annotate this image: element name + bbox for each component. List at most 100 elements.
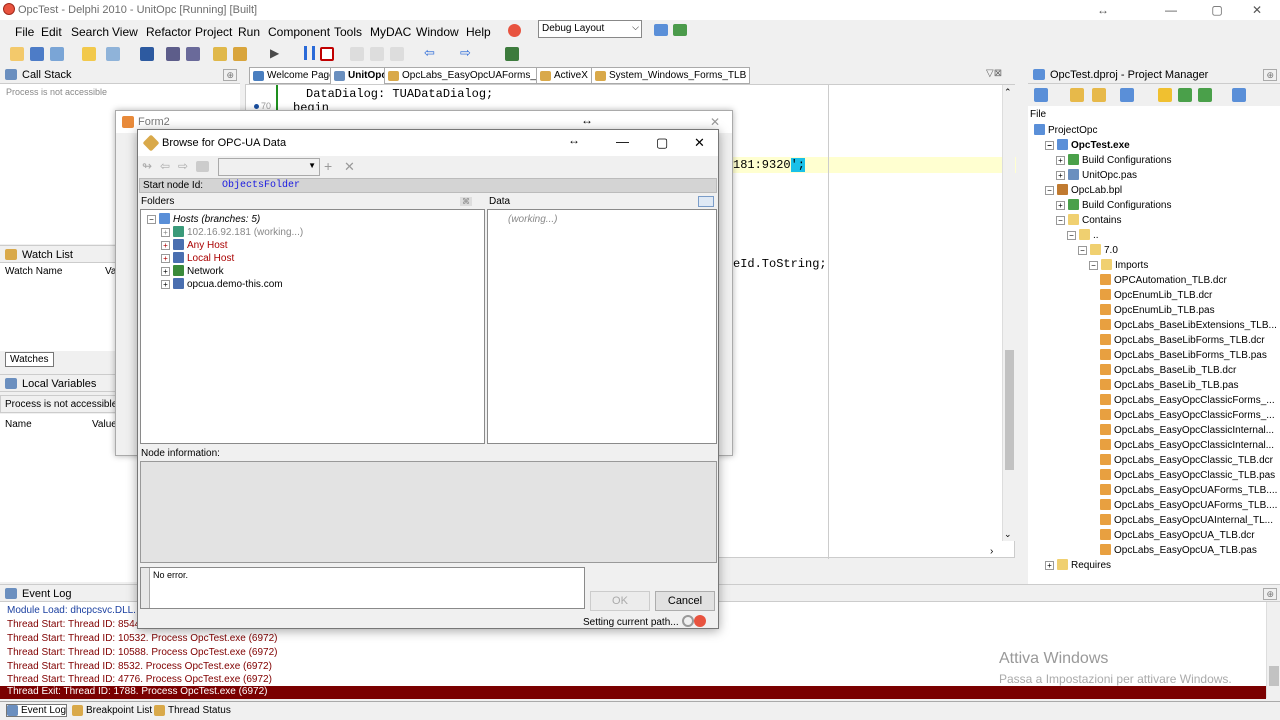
refresh-icon[interactable]: ↬: [142, 159, 152, 173]
open-file-icon[interactable]: [186, 47, 200, 61]
expand-toggle-icon[interactable]: −: [1045, 186, 1054, 195]
tab-opclabs-easyopcuaforms-tlb[interactable]: OpcLabs_EasyOpcUAForms_TLB: [384, 67, 559, 84]
back-arrow-icon[interactable]: ⇦: [160, 159, 170, 173]
tab-welcome-page[interactable]: Welcome Page: [249, 67, 339, 84]
project-tree-item[interactable]: OpcLabs_BaseLibForms_TLB.pas: [1100, 349, 1267, 361]
expand-icon[interactable]: [1158, 88, 1172, 102]
expand-toggle-icon[interactable]: +: [1056, 201, 1065, 210]
tree-node-hosts[interactable]: − Hosts (branches: 5): [147, 213, 260, 225]
open-project-icon[interactable]: [106, 47, 120, 61]
open-icon[interactable]: [82, 47, 96, 61]
project-tree-item[interactable]: − OpcTest.exe: [1045, 139, 1130, 151]
project-tree-item[interactable]: OpcLabs_EasyOpcClassicForms_...: [1100, 409, 1275, 421]
new-item-icon[interactable]: [1070, 88, 1084, 102]
project-tree-item[interactable]: OpcLabs_BaseLibExtensions_TLB...: [1100, 319, 1277, 331]
project-tree-item[interactable]: OpcLabs_EasyOpcClassic_TLB.dcr: [1100, 454, 1273, 466]
tree-view-icon[interactable]: [1198, 88, 1212, 102]
ok-button[interactable]: OK: [590, 591, 650, 611]
expand-toggle-icon[interactable]: −: [1045, 141, 1054, 150]
scroll-thumb[interactable]: [1269, 666, 1279, 686]
dialog-close-button[interactable]: ✕: [694, 135, 705, 151]
expand-toggle-icon[interactable]: −: [1067, 231, 1076, 240]
tree-node-host[interactable]: +102.16.92.181 (working...): [161, 226, 303, 238]
menu-search[interactable]: Search: [71, 25, 109, 39]
menu-refactor[interactable]: Refactor: [146, 25, 191, 39]
help-lifebuoy-icon[interactable]: [508, 24, 521, 37]
sync-icon[interactable]: [1120, 88, 1134, 102]
project-tree-item[interactable]: OpcLabs_EasyOpcUAForms_TLB....: [1100, 484, 1277, 496]
editor-vertical-scrollbar[interactable]: [1002, 85, 1015, 541]
start-node-value[interactable]: ObjectsFolder: [222, 180, 300, 191]
folder-up-icon[interactable]: [196, 161, 209, 172]
project-tree-item[interactable]: OpcLabs_EasyOpcClassicInternal...: [1100, 424, 1274, 436]
tree-node-host[interactable]: + Local Host: [161, 252, 234, 264]
menu-tools[interactable]: Tools: [334, 25, 362, 39]
save-icon[interactable]: [140, 47, 154, 61]
pin-icon[interactable]: ⊕: [223, 69, 237, 81]
activate-icon[interactable]: [1034, 88, 1048, 102]
remove-icon[interactable]: ✕: [344, 159, 355, 175]
folders-tree[interactable]: − Hosts (branches: 5) +102.16.92.181 (wor…: [140, 209, 485, 444]
tab-thread-status[interactable]: Thread Status: [154, 705, 231, 716]
project-tree-item[interactable]: + Requires: [1045, 559, 1111, 571]
menu-view[interactable]: View: [112, 25, 138, 39]
menu-file[interactable]: File: [15, 25, 34, 39]
project-tree-item[interactable]: OpcLabs_EasyOpcClassicInternal...: [1100, 439, 1274, 451]
minimize-button[interactable]: —: [1148, 0, 1194, 20]
expand-toggle-icon[interactable]: +: [1056, 156, 1065, 165]
pin-icon[interactable]: ⊕: [1263, 588, 1277, 600]
tree-node-host[interactable]: + Any Host: [161, 239, 228, 251]
scroll-thumb[interactable]: [1005, 350, 1014, 470]
form2-close-button[interactable]: ✕: [710, 115, 720, 129]
run-icon[interactable]: ▶: [270, 46, 279, 60]
set-debug-desktop-icon[interactable]: [673, 24, 687, 36]
project-tree-item[interactable]: OpcLabs_EasyOpcUA_TLB.dcr: [1100, 529, 1255, 541]
pin-icon[interactable]: ⊕: [1263, 69, 1277, 81]
collapse-icon[interactable]: [1178, 88, 1192, 102]
tab-breakpoint-list[interactable]: Breakpoint List: [72, 705, 152, 716]
project-tree-item[interactable]: + Build Configurations: [1056, 154, 1172, 166]
project-tree-item[interactable]: + UnitOpc.pas: [1056, 169, 1137, 181]
dialog-maximize-button[interactable]: ▢: [656, 135, 668, 151]
trace-into-icon[interactable]: [350, 47, 364, 61]
project-tree-item[interactable]: OpcLabs_BaseLib_TLB.dcr: [1100, 364, 1236, 376]
save-desktop-icon[interactable]: [654, 24, 668, 36]
project-tree-item[interactable]: OpcLabs_EasyOpcClassicForms_...: [1100, 394, 1275, 406]
selected-log-row[interactable]: Thread Exit: Thread ID: 1788. Process Op…: [0, 686, 1266, 699]
add-icon[interactable]: [1092, 88, 1106, 102]
menu-window[interactable]: Window: [416, 25, 459, 39]
data-list[interactable]: (working...): [487, 209, 717, 444]
expand-toggle-icon[interactable]: −: [1078, 246, 1087, 255]
step-over-icon[interactable]: [370, 47, 384, 61]
scroll-up-icon[interactable]: ⌃: [1004, 87, 1012, 98]
tab-system-windows-forms-tlb[interactable]: System_Windows_Forms_TLB: [591, 67, 751, 84]
view-options-icon[interactable]: [698, 196, 714, 207]
project-tree-item[interactable]: OpcEnumLib_TLB.pas: [1100, 304, 1215, 316]
stop-icon[interactable]: [320, 47, 334, 61]
save-all-icon[interactable]: [166, 47, 180, 61]
tree-node-host[interactable]: + Network: [161, 265, 224, 277]
menu-edit[interactable]: Edit: [41, 25, 62, 39]
project-tree-item[interactable]: OpcLabs_EasyOpcUAInternal_TL...: [1100, 514, 1273, 526]
remove-file-icon[interactable]: [233, 47, 247, 61]
scroll-right-icon[interactable]: ›: [990, 546, 993, 557]
project-tree-item[interactable]: − Contains: [1056, 214, 1121, 226]
new-icon[interactable]: [10, 47, 24, 61]
new-unit-icon[interactable]: [50, 47, 64, 61]
back-arrow-icon[interactable]: ⇦: [424, 45, 435, 61]
menu-help[interactable]: Help: [466, 25, 491, 39]
tab-list-icon[interactable]: ▽⊠: [986, 68, 1002, 79]
tab-unitopc[interactable]: UnitOpc: [330, 67, 391, 84]
new-form-icon[interactable]: [30, 47, 44, 61]
layout-select[interactable]: Debug Layout ⌵: [538, 20, 642, 38]
path-combobox[interactable]: ▼: [218, 158, 320, 176]
expand-toggle-icon[interactable]: −: [1056, 216, 1065, 225]
tab-watches[interactable]: Watches: [5, 352, 54, 367]
pause-icon[interactable]: [304, 46, 315, 60]
add-icon[interactable]: +: [324, 158, 332, 174]
menu-run[interactable]: Run: [238, 25, 260, 39]
error-scrollbar[interactable]: [141, 568, 150, 608]
error-text-area[interactable]: No error.: [140, 567, 585, 609]
project-tree-item[interactable]: OpcLabs_EasyOpcClassic_TLB.pas: [1100, 469, 1275, 481]
menu-mydac[interactable]: MyDAC: [370, 25, 411, 39]
